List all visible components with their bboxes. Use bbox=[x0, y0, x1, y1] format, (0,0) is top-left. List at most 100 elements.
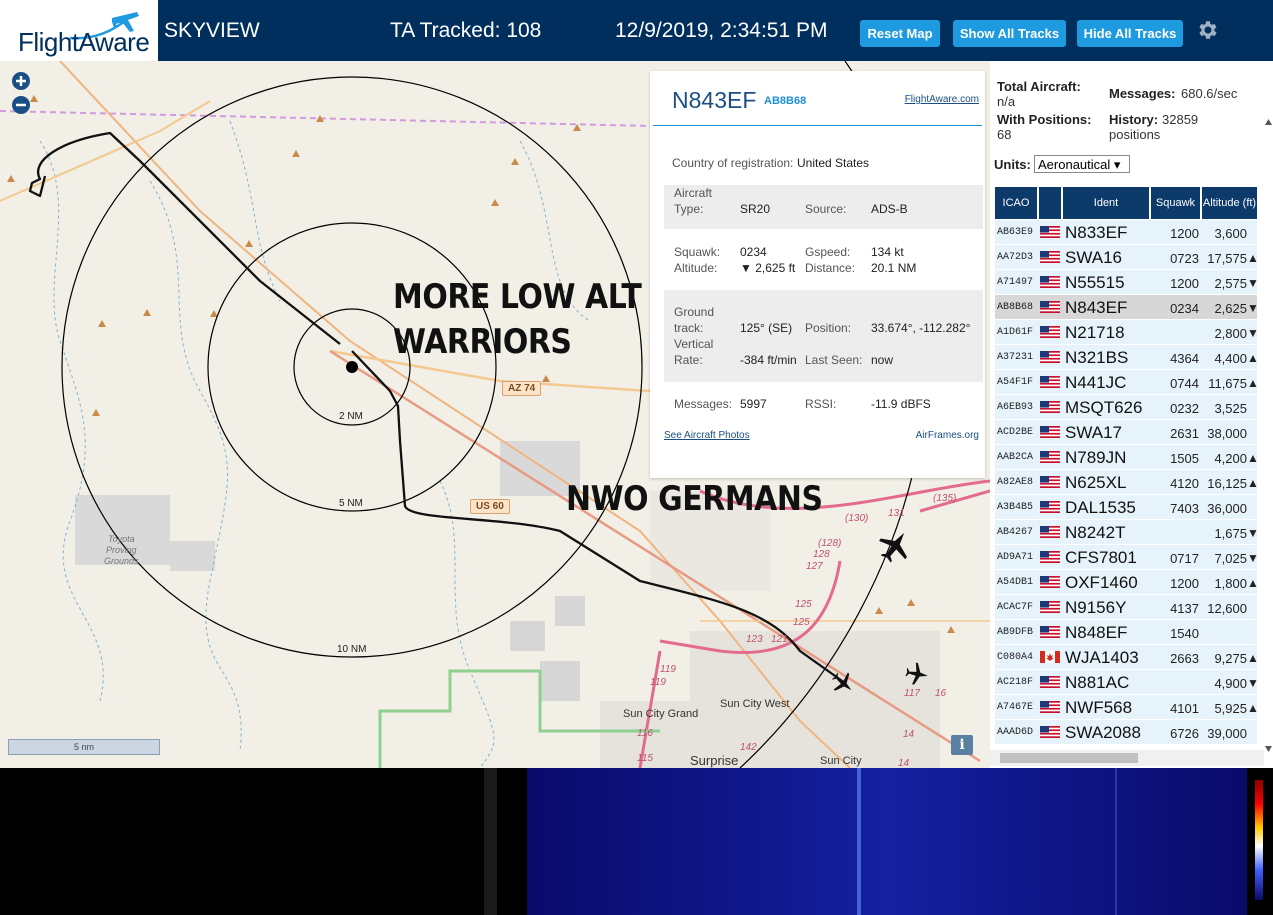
col-flag[interactable] bbox=[1039, 187, 1061, 219]
altitude-cell: 4,400 bbox=[1214, 351, 1247, 366]
table-row[interactable]: A1D61F N21718 2,800 ▼ bbox=[995, 320, 1259, 345]
icao-cell: A3B4B5 bbox=[997, 502, 1034, 513]
altitude-label: Altitude: bbox=[674, 261, 718, 275]
table-row[interactable]: ACD2BE SWA17 2631 38,000 bbox=[995, 420, 1257, 445]
messages-label: Messages: bbox=[674, 397, 733, 411]
us-flag-icon bbox=[1040, 676, 1060, 688]
reset-map-button[interactable]: Reset Map bbox=[860, 20, 940, 47]
col-icao[interactable]: ICAO bbox=[995, 187, 1037, 219]
annotation-warriors: WARRIORS bbox=[393, 322, 572, 362]
range-label-2nm: 2 NM bbox=[339, 411, 363, 422]
table-row[interactable]: A54DB1 OXF1460 1200 1,800 ▲ bbox=[995, 570, 1259, 595]
place-label-sun-city-west: Sun City West bbox=[720, 698, 790, 710]
route-number: 14 bbox=[903, 729, 915, 740]
altitude-trend-icon: ▲ bbox=[1247, 351, 1259, 365]
country-value: United States bbox=[797, 156, 870, 170]
aircraft-type-value: SR20 bbox=[740, 202, 771, 216]
range-label-10nm: 10 NM bbox=[337, 644, 367, 655]
route-number: 121 bbox=[771, 634, 788, 645]
table-row[interactable]: AB8B68 N843EF 0234 2,625 ▼ bbox=[995, 295, 1259, 320]
flightaware-link[interactable]: FlightAware.com bbox=[905, 94, 979, 105]
units-select[interactable]: Aeronautical ▾ bbox=[1034, 155, 1130, 173]
icao-cell: A37231 bbox=[997, 352, 1034, 363]
gspeed-value: 134 kt bbox=[871, 245, 904, 259]
route-number: 123 bbox=[746, 634, 763, 645]
altitude-trend-icon: ▲ bbox=[1247, 451, 1259, 465]
gear-icon[interactable] bbox=[1195, 18, 1219, 42]
zoom-in-icon[interactable] bbox=[11, 71, 31, 91]
table-row[interactable]: AD9A71 CFS7801 0717 7,025 ▼ bbox=[995, 545, 1259, 570]
track-label: Ground bbox=[674, 305, 715, 319]
altitude-cell: 5,925 bbox=[1214, 701, 1247, 716]
squawk-cell: 4137 bbox=[1170, 601, 1199, 616]
route-number: 128 bbox=[813, 549, 830, 560]
col-ident[interactable]: Ident bbox=[1063, 187, 1149, 219]
altitude-trend-icon: ▼ bbox=[1247, 676, 1259, 690]
table-row[interactable]: AA72D3 SWA16 0723 17,575 ▲ bbox=[995, 245, 1259, 270]
route-number: 14 bbox=[898, 758, 910, 768]
table-row[interactable]: C080A4 WJA1403 2663 9,275 ▲ bbox=[995, 645, 1259, 670]
table-row[interactable]: A7467E NWF568 4101 5,925 ▲ bbox=[995, 695, 1259, 720]
table-row[interactable]: A71497 N55515 1200 2,575 ▼ bbox=[995, 270, 1259, 295]
ident-cell: N441JC bbox=[1065, 373, 1127, 392]
table-row[interactable]: ACAC7F N9156Y 4137 12,600 bbox=[995, 595, 1257, 620]
table-row[interactable]: A6EB93 MSQT626 0232 3,525 bbox=[995, 395, 1257, 420]
track-label-2: track: bbox=[674, 321, 704, 335]
ident-cell: N321BS bbox=[1065, 348, 1129, 367]
messages-rate-value: 680.6/sec bbox=[1181, 86, 1238, 101]
squawk-cell: 4120 bbox=[1170, 476, 1199, 491]
altitude-trend-icon: ▼ bbox=[1247, 326, 1259, 340]
table-row[interactable]: AC218F N881AC 4,900 ▼ bbox=[995, 670, 1259, 695]
route-number: 125 bbox=[793, 617, 810, 628]
altitude-cell: 9,275 bbox=[1214, 651, 1247, 666]
route-number: 127 bbox=[806, 561, 823, 572]
ident-cell: N881AC bbox=[1065, 673, 1130, 692]
table-row[interactable]: A3B4B5 DAL1535 7403 36,000 bbox=[995, 495, 1257, 520]
us-flag-icon bbox=[1040, 426, 1060, 438]
table-row[interactable]: AB63E9 N833EF 1200 3,600 bbox=[995, 220, 1257, 245]
place-label-sun-city-grand: Sun City Grand bbox=[623, 708, 699, 720]
col-altitude[interactable]: Altitude (ft) bbox=[1202, 187, 1257, 219]
us-flag-icon bbox=[1040, 376, 1060, 388]
vrate-label: Vertical bbox=[674, 337, 714, 351]
horizontal-scrollbar[interactable] bbox=[990, 750, 1264, 766]
col-squawk[interactable]: Squawk bbox=[1151, 187, 1200, 219]
route-number: 131 bbox=[888, 508, 905, 519]
range-label-5nm: 5 NM bbox=[339, 498, 363, 509]
show-all-tracks-button[interactable]: Show All Tracks bbox=[953, 20, 1066, 47]
horizontal-scroll-thumb[interactable] bbox=[1000, 753, 1138, 763]
icao-cell: A1D61F bbox=[997, 327, 1034, 338]
airframes-link[interactable]: AirFrames.org bbox=[916, 430, 979, 441]
rssi-label: RSSI: bbox=[805, 397, 837, 411]
aircraft-photos-link[interactable]: See Aircraft Photos bbox=[664, 430, 750, 441]
altitude-cell: 11,675 bbox=[1208, 376, 1247, 391]
track-value: 125° (SE) bbox=[740, 321, 793, 335]
scroll-up-icon[interactable] bbox=[1264, 118, 1273, 126]
total-aircraft-value: n/a bbox=[997, 94, 1016, 109]
altitude-cell: 2,625 bbox=[1214, 301, 1247, 316]
squawk-cell: 0717 bbox=[1170, 551, 1199, 566]
ident-cell: OXF1460 bbox=[1065, 573, 1138, 592]
table-row[interactable]: A37231 N321BS 4364 4,400 ▲ bbox=[995, 345, 1259, 370]
map-info-button[interactable]: i bbox=[951, 735, 973, 755]
zoom-out-icon[interactable] bbox=[11, 95, 31, 115]
rssi-value: -11.9 dBFS bbox=[871, 397, 931, 411]
altitude-cell: 2,800 bbox=[1214, 326, 1247, 341]
table-row[interactable]: AAB2CA N789JN 1505 4,200 ▲ bbox=[995, 445, 1259, 470]
flightaware-logo[interactable]: FlightAware bbox=[0, 0, 158, 61]
altitude-trend-icon: ▲ bbox=[1247, 376, 1259, 390]
route-number: (128) bbox=[818, 538, 842, 549]
table-row[interactable]: AB9DFB N848EF 1540 bbox=[995, 620, 1257, 645]
altitude-trend-icon: ▲ bbox=[1247, 651, 1259, 665]
scroll-down-icon[interactable] bbox=[1264, 745, 1273, 753]
table-row[interactable]: A54F1F N441JC 0744 11,675 ▲ bbox=[995, 370, 1259, 395]
table-row[interactable]: AAAD6D SWA2088 6726 39,000 bbox=[995, 720, 1257, 745]
hide-all-tracks-button[interactable]: Hide All Tracks bbox=[1077, 20, 1183, 47]
us-flag-icon bbox=[1040, 726, 1060, 738]
route-number: 142 bbox=[740, 742, 757, 753]
source-value: ADS-B bbox=[871, 202, 908, 216]
table-row[interactable]: A82AE8 N625XL 4120 16,125 ▲ bbox=[995, 470, 1259, 495]
squawk-cell: 0744 bbox=[1170, 376, 1199, 391]
icao-cell: AB63E9 bbox=[997, 227, 1034, 238]
table-row[interactable]: AB4267 N8242T 1,675 ▼ bbox=[995, 520, 1259, 545]
